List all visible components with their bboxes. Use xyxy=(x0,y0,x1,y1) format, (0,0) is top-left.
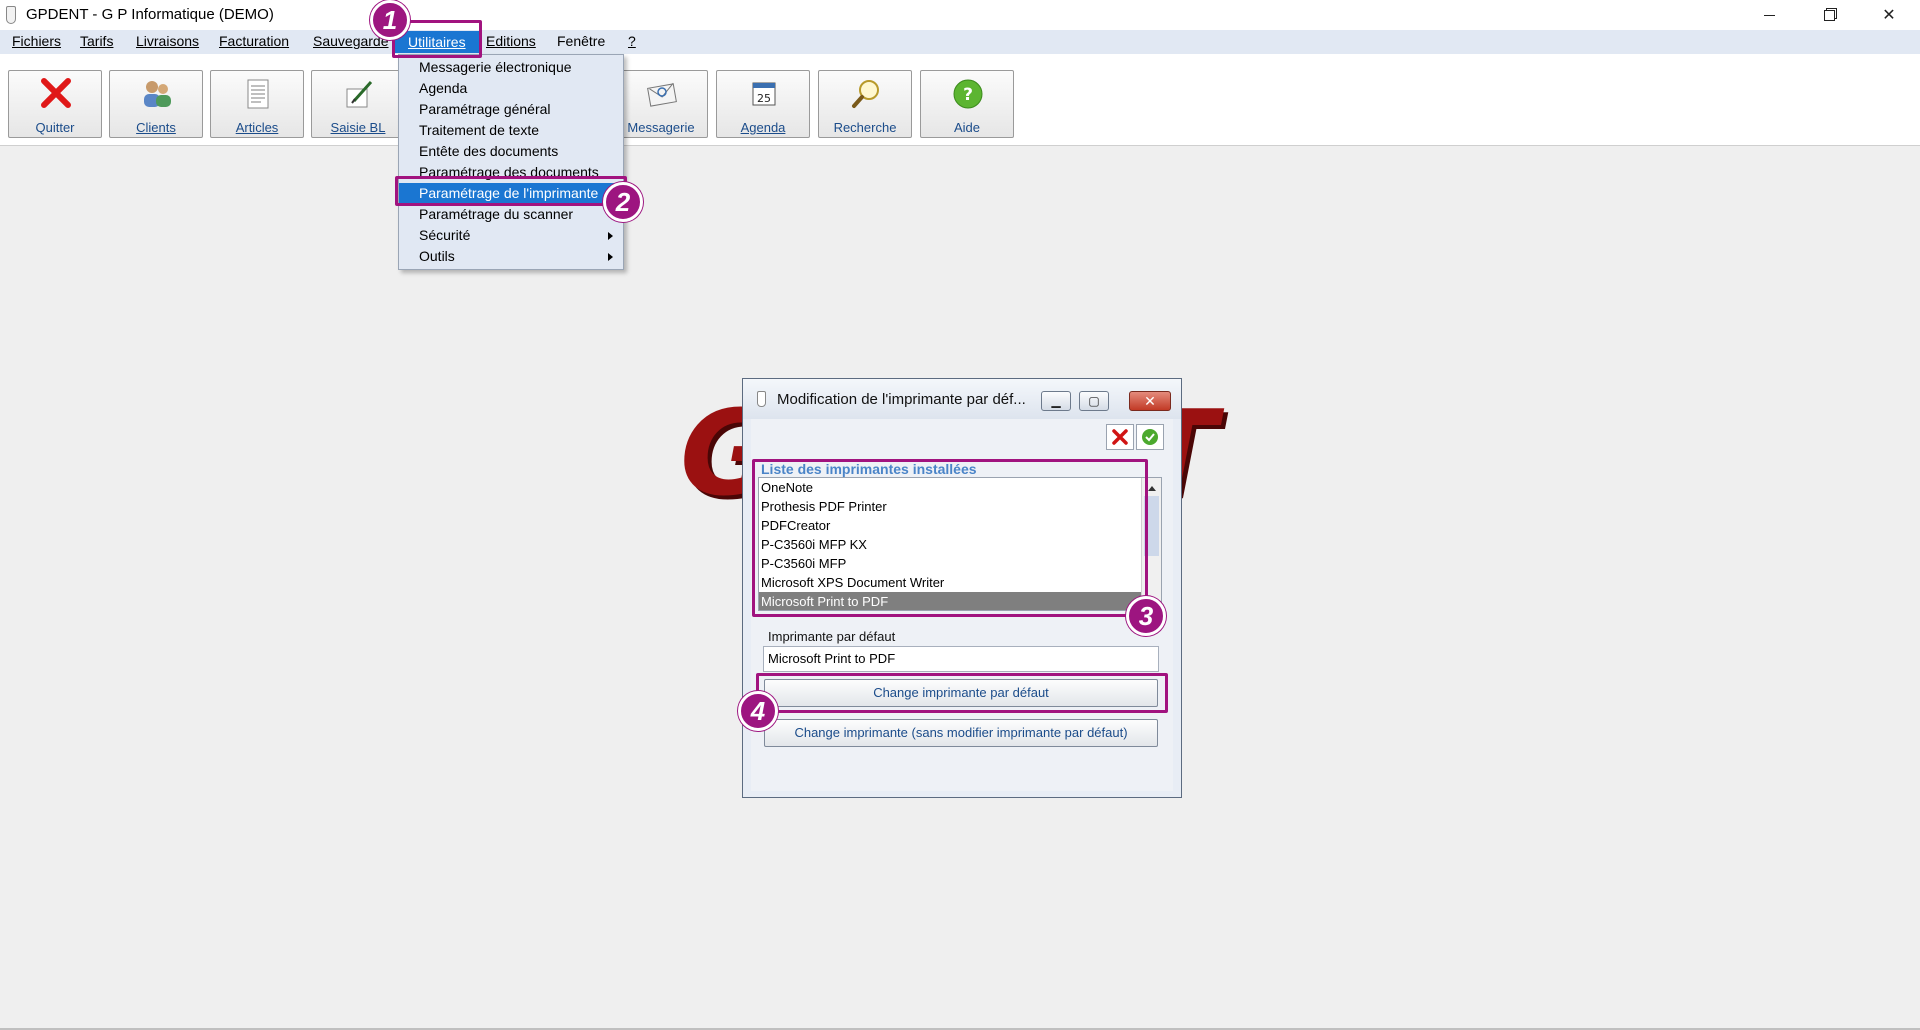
menu-item-entete-documents[interactable]: Entête des documents xyxy=(399,141,623,162)
minimize-icon xyxy=(1763,14,1775,16)
dialog-maximize-button[interactable]: ▢ xyxy=(1079,391,1109,411)
step-badge-1: 1 xyxy=(370,0,410,40)
validate-icon-button[interactable] xyxy=(1136,424,1164,450)
pen-paper-icon xyxy=(346,80,373,108)
submenu-arrow-icon xyxy=(608,253,613,261)
restore-icon xyxy=(1823,9,1835,21)
saisie-bl-label: Saisie BL xyxy=(330,120,386,135)
users-icon xyxy=(144,81,171,107)
dialog-tooth-icon xyxy=(757,391,766,407)
document-icon xyxy=(247,79,269,109)
close-x-icon xyxy=(41,78,71,108)
menu-fenetre[interactable]: Fenêtre xyxy=(555,33,607,49)
quitter-label: Quitter xyxy=(35,120,75,135)
menu-editions[interactable]: Editions xyxy=(484,33,538,49)
menu-fichiers[interactable]: Fichiers xyxy=(10,33,63,49)
menu-facturation[interactable]: Facturation xyxy=(217,33,291,49)
utilitaires-menu: Messagerie électronique Agenda Paramétra… xyxy=(398,54,624,270)
step-badge-4: 4 xyxy=(738,691,778,731)
dialog-minimize-button[interactable]: ▁ xyxy=(1041,391,1071,411)
agenda-label: Agenda xyxy=(740,120,786,135)
articles-label: Articles xyxy=(235,120,279,135)
restore-window-button[interactable] xyxy=(1800,0,1858,30)
cancel-icon-button[interactable] xyxy=(1106,424,1134,450)
toolbar: Quitter Clients Articles Saisie BL Messa… xyxy=(0,54,1920,146)
menu-item-parametrage-general[interactable]: Paramétrage général xyxy=(399,99,623,120)
magnifier-icon xyxy=(852,80,879,108)
recherche-label: Recherche xyxy=(833,120,897,135)
menu-tarifs[interactable]: Tarifs xyxy=(78,33,115,49)
menu-livraisons[interactable]: Livraisons xyxy=(134,33,201,49)
window-title: GPDENT - G P Informatique (DEMO) xyxy=(26,6,274,23)
messagerie-label: Messagerie xyxy=(627,120,695,135)
submenu-arrow-icon xyxy=(608,232,613,240)
close-window-button[interactable]: ✕ xyxy=(1860,0,1918,30)
menu-help[interactable]: ? xyxy=(626,33,638,49)
recherche-button[interactable]: Recherche xyxy=(818,70,912,138)
aide-label: Aide xyxy=(953,120,981,135)
clients-button[interactable]: Clients xyxy=(109,70,203,138)
change-printer-keep-default-button[interactable]: Change imprimante (sans modifier imprima… xyxy=(764,719,1158,747)
menu-item-outils[interactable]: Outils xyxy=(399,246,623,267)
aide-button[interactable]: ? Aide xyxy=(920,70,1014,138)
menu-item-messagerie-electronique[interactable]: Messagerie électronique xyxy=(399,57,623,78)
saisie-bl-button[interactable]: Saisie BL xyxy=(311,70,405,138)
calendar-icon: 25 xyxy=(752,82,776,106)
menu-item-securite[interactable]: Sécurité xyxy=(399,225,623,246)
messagerie-button[interactable]: Messagerie xyxy=(614,70,708,138)
menu-bar: Fichiers Tarifs Livraisons Facturation S… xyxy=(0,30,1920,54)
default-printer-field: Microsoft Print to PDF xyxy=(763,646,1159,672)
clients-label: Clients xyxy=(136,120,176,135)
red-x-icon xyxy=(1112,429,1128,445)
default-printer-label: Imprimante par défaut xyxy=(768,629,896,644)
highlight-change-default-button xyxy=(756,673,1168,713)
app-tooth-icon xyxy=(6,6,16,24)
quitter-button[interactable]: Quitter xyxy=(8,70,102,138)
scroll-up-icon[interactable] xyxy=(1148,486,1156,491)
articles-button[interactable]: Articles xyxy=(210,70,304,138)
agenda-button[interactable]: 25 Agenda xyxy=(716,70,810,138)
minimize-window-button[interactable] xyxy=(1740,0,1798,30)
help-icon: ? xyxy=(953,79,983,109)
dialog-close-button[interactable]: ✕ xyxy=(1129,391,1171,411)
envelope-icon xyxy=(647,82,677,107)
dialog-title: Modification de l'imprimante par déf... xyxy=(777,391,1026,408)
calendar-day: 25 xyxy=(757,92,771,105)
menu-item-parametrage-scanner[interactable]: Paramétrage du scanner xyxy=(399,204,623,225)
highlight-printer-list xyxy=(752,459,1148,617)
window-title-bar: GPDENT - G P Informatique (DEMO) ✕ xyxy=(0,0,1920,30)
step-badge-2: 2 xyxy=(603,182,643,222)
highlight-parametrage-imprimante xyxy=(395,176,627,206)
menu-item-traitement-de-texte[interactable]: Traitement de texte xyxy=(399,120,623,141)
svg-text:?: ? xyxy=(963,85,973,105)
green-check-icon xyxy=(1142,429,1158,445)
menu-item-agenda[interactable]: Agenda xyxy=(399,78,623,99)
dialog-title-bar: Modification de l'imprimante par déf... … xyxy=(743,379,1181,419)
step-badge-3: 3 xyxy=(1126,596,1166,636)
